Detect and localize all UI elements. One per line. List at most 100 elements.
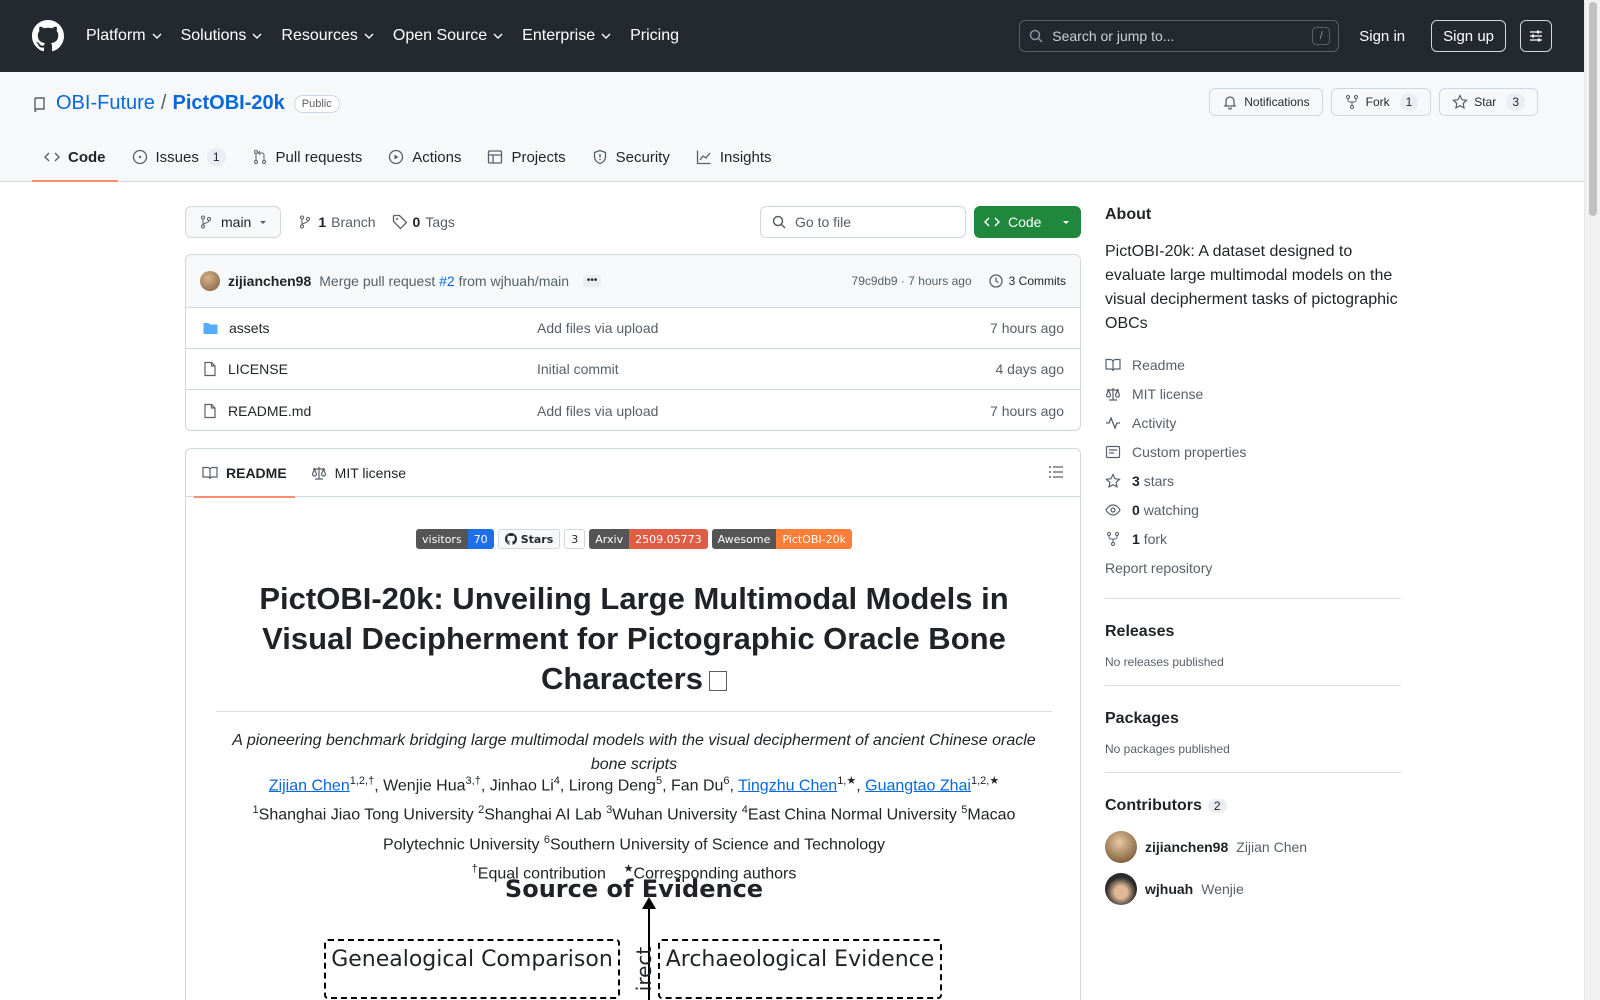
author-link[interactable]: Tingzhu Chen xyxy=(738,777,837,794)
avatar[interactable] xyxy=(1105,831,1137,863)
report-repository-link[interactable]: Report repository xyxy=(1105,553,1401,582)
nav-solutions[interactable]: Solutions xyxy=(181,27,264,45)
avatar[interactable] xyxy=(1105,873,1137,905)
awesome-badge[interactable]: Awesome PictOBI-20k xyxy=(711,529,852,549)
forks-link[interactable]: 1 fork xyxy=(1105,524,1401,553)
figure-arrow-label: irect xyxy=(632,946,657,992)
nav-open-source[interactable]: Open Source xyxy=(393,27,504,45)
nav-pricing[interactable]: Pricing xyxy=(630,27,679,45)
file-link[interactable]: README.md xyxy=(228,403,311,419)
branch-selector[interactable]: main xyxy=(185,206,282,238)
badge-row: visitors 70 Stars 3 Arxiv 2509.05773 Aweso… xyxy=(186,529,1080,549)
visibility-badge: Public xyxy=(293,94,340,113)
visitors-badge[interactable]: visitors 70 xyxy=(416,529,494,549)
sign-up-button[interactable]: Sign up xyxy=(1431,20,1506,52)
custom-properties-link[interactable]: Custom properties xyxy=(1105,437,1401,466)
caret-down-icon xyxy=(1063,221,1069,224)
file-commit-time: 4 days ago xyxy=(995,361,1065,377)
list-item[interactable]: zijianchen98 Zijian Chen xyxy=(1105,831,1401,863)
commit-author-link[interactable]: zijianchen98 xyxy=(228,273,311,289)
author-link[interactable]: Zijian Chen xyxy=(269,777,350,794)
outline-button[interactable] xyxy=(1048,464,1064,483)
tab-pull-requests[interactable]: Pull requests xyxy=(240,132,375,182)
pull-request-icon xyxy=(253,150,266,164)
table-row[interactable]: LICENSE Initial commit 4 days ago xyxy=(186,349,1080,390)
readme-title: PictOBI-20k: Unveiling Large Multimodal … xyxy=(216,579,1052,712)
code-download-button[interactable]: Code xyxy=(974,206,1081,238)
commits-history-link[interactable]: 3 Commits xyxy=(988,273,1066,289)
repo-name-link[interactable]: PictOBI-20k xyxy=(172,92,284,115)
file-commit-message[interactable]: Add files via upload xyxy=(537,320,990,336)
star-button[interactable]: Star 3 xyxy=(1439,88,1538,116)
chevron-down-icon xyxy=(152,33,162,39)
slash-key-hint: / xyxy=(1312,27,1331,45)
tab-actions[interactable]: Actions xyxy=(376,132,473,182)
file-link[interactable]: LICENSE xyxy=(228,361,288,377)
history-icon xyxy=(989,274,1003,288)
go-to-file-input[interactable]: Go to file xyxy=(760,206,966,238)
github-logo-icon[interactable] xyxy=(32,20,64,52)
readme-link[interactable]: Readme xyxy=(1105,350,1401,379)
tab-readme[interactable]: README xyxy=(194,449,295,498)
file-commit-message[interactable]: Add files via upload xyxy=(537,403,990,419)
commit-message: Merge pull request #2 from wjhuah/main xyxy=(319,273,570,289)
tags-link[interactable]: 0 Tags xyxy=(392,214,455,230)
global-search-input[interactable]: Search or jump to... / xyxy=(1019,20,1340,52)
tab-security[interactable]: Security xyxy=(580,132,682,182)
expand-commit-button[interactable]: ••• xyxy=(583,275,602,287)
packages-heading[interactable]: Packages xyxy=(1105,710,1401,728)
tab-insights[interactable]: Insights xyxy=(684,132,784,182)
activity-link[interactable]: Activity xyxy=(1105,408,1401,437)
fork-button[interactable]: Fork 1 xyxy=(1330,88,1432,116)
list-item[interactable]: wjhuah Wenjie xyxy=(1105,873,1401,905)
book-icon xyxy=(1105,358,1121,371)
file-icon xyxy=(204,361,216,377)
star-count: 3 xyxy=(1506,93,1525,111)
latest-commit: zijianchen98 Merge pull request #2 from … xyxy=(186,255,1080,308)
about-links: Readme MIT license Activity Custom prope… xyxy=(1105,350,1401,582)
table-row[interactable]: README.md Add files via upload 7 hours a… xyxy=(186,390,1080,430)
commit-hash-time[interactable]: 79c9db9 · 7 hours ago xyxy=(852,274,972,288)
about-heading: About xyxy=(1105,206,1152,223)
nav-resources[interactable]: Resources xyxy=(281,27,374,45)
github-stars-count[interactable]: 3 xyxy=(564,529,586,549)
tab-issues[interactable]: Issues 1 xyxy=(120,132,238,182)
pr-link[interactable]: #2 xyxy=(439,273,455,289)
scrollbar-thumb[interactable] xyxy=(1589,2,1597,216)
sign-in-link[interactable]: Sign in xyxy=(1359,28,1405,45)
contributors-heading[interactable]: Contributors 2 xyxy=(1105,797,1401,815)
tab-license[interactable]: MIT license xyxy=(303,449,414,497)
releases-empty: No releases published xyxy=(1105,655,1224,669)
file-commit-message[interactable]: Initial commit xyxy=(537,361,996,377)
page-scrollbar[interactable] xyxy=(1584,0,1600,1000)
tab-code[interactable]: Code xyxy=(32,132,118,182)
settings-menu-button[interactable] xyxy=(1520,20,1552,52)
packages-section: Packages No packages published xyxy=(1105,685,1401,756)
repo-separator: / xyxy=(160,92,167,114)
notifications-button[interactable]: Notifications xyxy=(1209,88,1323,116)
chevron-down-icon xyxy=(364,33,374,39)
tab-projects[interactable]: Projects xyxy=(475,132,577,182)
nav-enterprise[interactable]: Enterprise xyxy=(522,27,612,45)
commit-meta: 79c9db9 · 7 hours ago 3 Commits xyxy=(852,273,1066,289)
github-stars-badge[interactable]: Stars xyxy=(497,529,561,549)
license-link[interactable]: MIT license xyxy=(1105,379,1401,408)
packages-empty: No packages published xyxy=(1105,742,1230,756)
branches-link[interactable]: 1 Branch xyxy=(297,214,376,230)
watching-link[interactable]: 0 watching xyxy=(1105,495,1401,524)
arxiv-badge[interactable]: Arxiv 2509.05773 xyxy=(589,529,708,549)
figure-box-right: Archaeological Evidence xyxy=(658,939,942,999)
table-row[interactable]: assets Add files via upload 7 hours ago xyxy=(186,308,1080,349)
avatar[interactable] xyxy=(200,271,220,291)
eye-icon xyxy=(1105,503,1121,516)
author-link[interactable]: Guangtao Zhai xyxy=(865,777,971,794)
releases-heading[interactable]: Releases xyxy=(1105,623,1401,641)
branch-icon xyxy=(201,215,211,229)
affiliations: 1Shanghai Jiao Tong University 2Shanghai… xyxy=(252,804,1016,853)
graph-icon xyxy=(696,150,711,165)
fork-icon xyxy=(1107,531,1119,546)
repo-owner-link[interactable]: OBI-Future xyxy=(56,92,155,115)
nav-platform[interactable]: Platform xyxy=(86,27,163,45)
stars-link[interactable]: 3 stars xyxy=(1105,466,1401,495)
file-link[interactable]: assets xyxy=(229,320,269,336)
